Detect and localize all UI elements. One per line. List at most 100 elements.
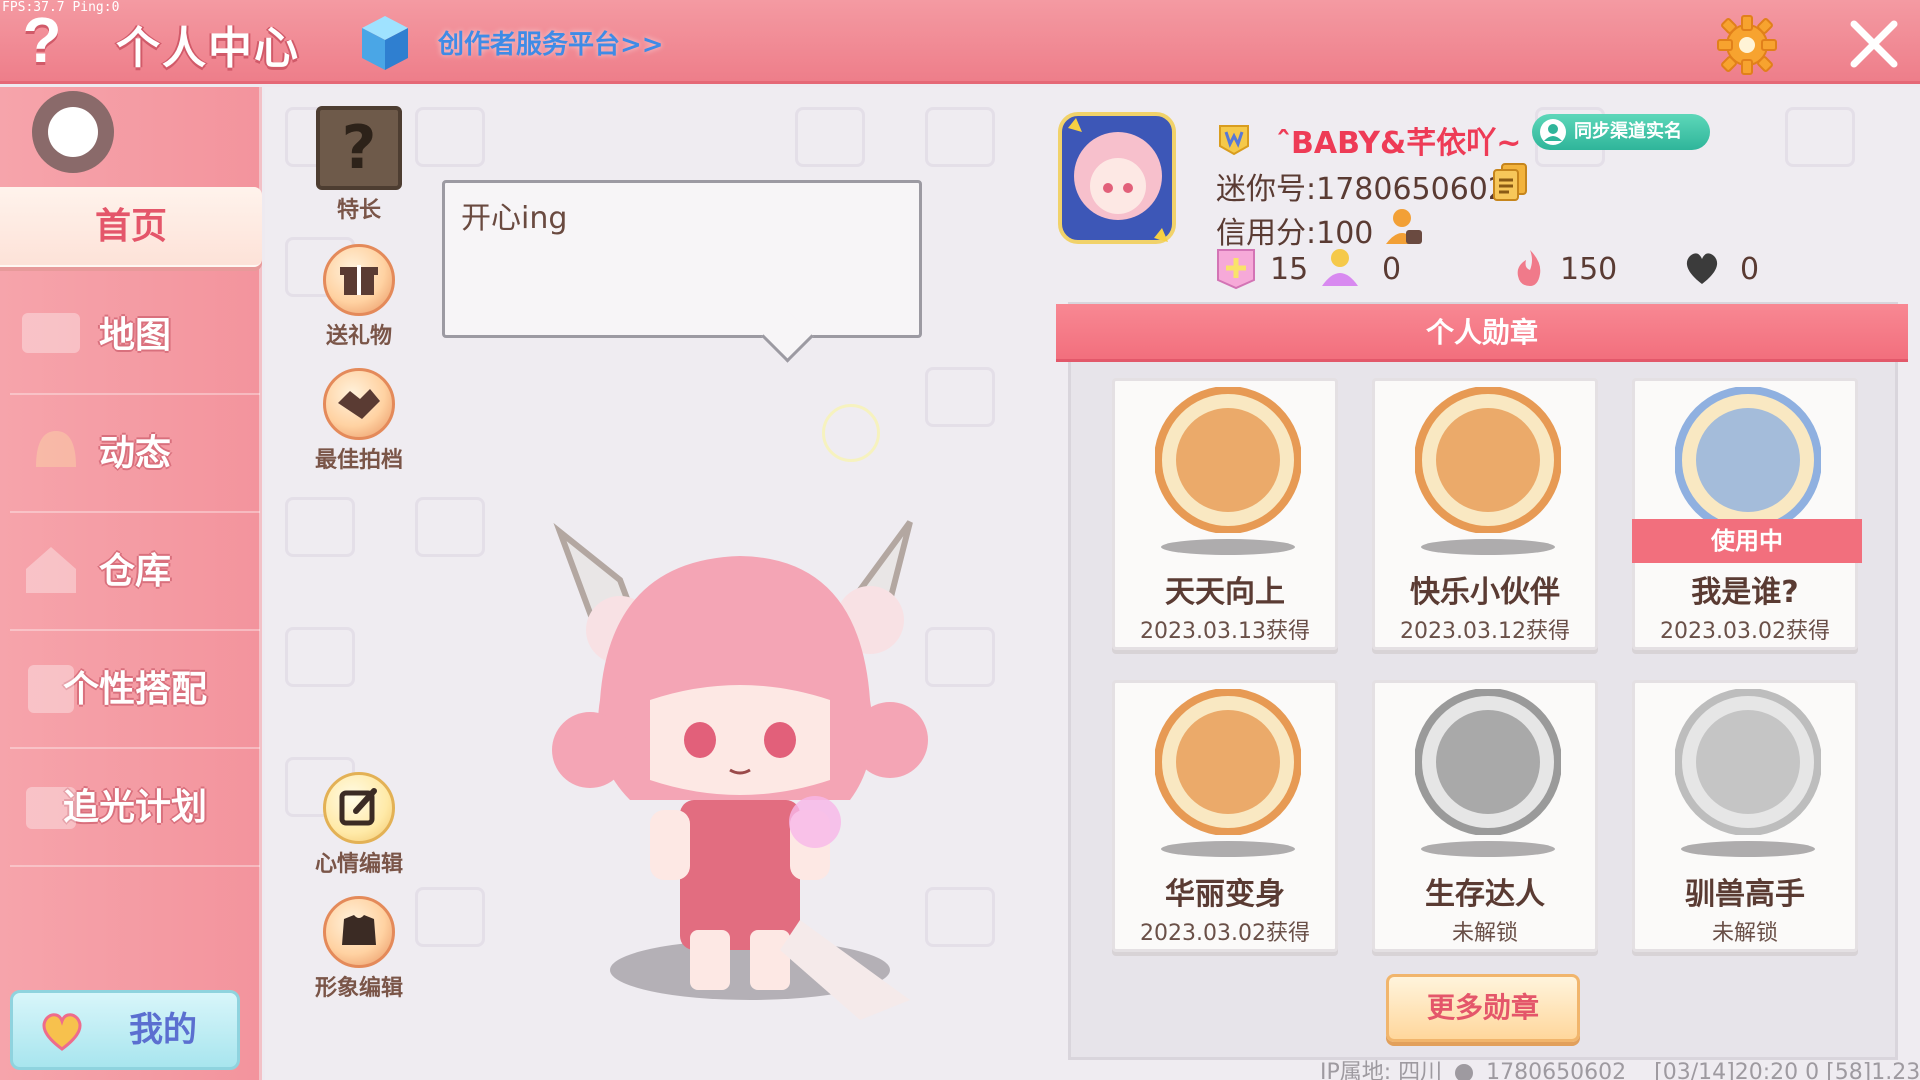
pattern-tile bbox=[925, 367, 995, 427]
medal-name: 华丽变身 bbox=[1165, 877, 1285, 912]
pattern-tile bbox=[925, 107, 995, 167]
specialty-button[interactable]: ? 特长 bbox=[304, 106, 414, 224]
server-version: [58]1.23.10 bbox=[1826, 1060, 1920, 1080]
credit-user-icon[interactable] bbox=[1382, 204, 1426, 248]
specialty-label: 特长 bbox=[336, 198, 381, 223]
sidebar-item-feed[interactable]: 动态 bbox=[10, 395, 260, 513]
cube-icon[interactable] bbox=[360, 14, 410, 72]
fans-icon[interactable] bbox=[1318, 246, 1362, 290]
medal-card[interactable]: 驯兽高手 未解锁 bbox=[1632, 680, 1858, 952]
mood-text: 开心ing bbox=[461, 201, 568, 236]
sidebar-item-label: 动态 bbox=[98, 433, 171, 474]
pattern-tile bbox=[415, 887, 485, 947]
medal-date: 未解锁 bbox=[1711, 921, 1778, 946]
sidebar-item-label: 首页 bbox=[94, 206, 167, 247]
info-icon bbox=[1455, 1064, 1474, 1080]
medal-date: 2023.03.12获得 bbox=[1400, 619, 1570, 644]
fire-icon[interactable] bbox=[1508, 246, 1552, 290]
medal-icon bbox=[1675, 387, 1821, 533]
username: ˆBABY&芊依吖~ bbox=[1276, 126, 1522, 161]
sidebar-item-map[interactable]: 地图 bbox=[10, 277, 260, 395]
best-partner-button[interactable]: 最佳拍档 bbox=[304, 368, 414, 474]
in-use-badge: 使用中 bbox=[1632, 519, 1862, 563]
player-avatar-character[interactable] bbox=[530, 500, 1010, 1020]
status-ring-icon[interactable] bbox=[32, 91, 114, 173]
sparkle-ring bbox=[822, 404, 880, 462]
medal-icon bbox=[1155, 689, 1301, 835]
sidebar-item-storage[interactable]: 仓库 bbox=[10, 513, 260, 631]
popularity-count: 150 bbox=[1560, 252, 1618, 287]
top-bar: FPS:37.7 Ping:0 ? 个人中心 创作者服务平台>> bbox=[0, 0, 1920, 84]
pattern-tile bbox=[795, 107, 865, 167]
medal-card[interactable]: 天天向上 2023.03.13获得 bbox=[1112, 378, 1338, 650]
creator-platform-link[interactable]: 创作者服务平台>> bbox=[438, 24, 664, 61]
sidebar-item-chase-light[interactable]: 追光计划 bbox=[10, 749, 260, 867]
medal-name: 驯兽高手 bbox=[1685, 877, 1805, 912]
plus-badge-icon[interactable] bbox=[1214, 246, 1258, 290]
medal-card[interactable]: 华丽变身 2023.03.02获得 bbox=[1112, 680, 1338, 952]
medal-name: 天天向上 bbox=[1165, 575, 1285, 610]
hearts-icon[interactable] bbox=[1680, 246, 1724, 290]
question-icon: ? bbox=[316, 106, 402, 190]
appearance-edit-label: 形象编辑 bbox=[314, 976, 403, 1001]
best-partner-label: 最佳拍档 bbox=[314, 448, 403, 473]
mini-id: 迷你号:1780650602 bbox=[1216, 172, 1507, 207]
hearts-count: 0 bbox=[1740, 252, 1760, 287]
profile-avatar[interactable] bbox=[1058, 108, 1176, 248]
mood-speech-bubble[interactable]: 开心ing bbox=[442, 180, 922, 338]
footer-info: IP属地: 四川 1780650602 [03/14]20:20 0 [58]1… bbox=[1320, 1054, 1920, 1080]
more-medals-button[interactable]: 更多勋章 bbox=[1386, 974, 1580, 1042]
sidebar-item-label: 仓库 bbox=[98, 551, 171, 592]
medal-card[interactable]: 使用中我是谁? 2023.03.02获得 bbox=[1632, 378, 1862, 650]
medal-name: 快乐小伙伴 bbox=[1410, 575, 1560, 610]
help-button[interactable]: ? bbox=[14, 6, 70, 74]
user-verify-icon bbox=[1540, 119, 1566, 145]
medal-icon bbox=[1415, 689, 1561, 835]
pattern-tile bbox=[285, 627, 355, 687]
medal-card[interactable]: 快乐小伙伴 2023.03.12获得 bbox=[1372, 378, 1598, 650]
medal-card[interactable]: 生存达人 未解锁 bbox=[1372, 680, 1598, 952]
send-gift-label: 送礼物 bbox=[325, 324, 392, 349]
map-icon bbox=[22, 313, 80, 353]
plus-count: 15 bbox=[1270, 252, 1309, 287]
heart-icon bbox=[42, 1013, 82, 1051]
medal-date: 未解锁 bbox=[1451, 921, 1518, 946]
medal-name: 我是谁? bbox=[1691, 575, 1799, 610]
medal-name: 生存达人 bbox=[1425, 877, 1545, 912]
pattern-tile bbox=[415, 497, 485, 557]
footer-id: 1780650602 bbox=[1486, 1060, 1627, 1080]
page-title: 个人中心 bbox=[116, 23, 300, 74]
mood-edit-label: 心情编辑 bbox=[314, 852, 403, 877]
gift-icon bbox=[323, 244, 395, 316]
pattern-tile bbox=[285, 497, 355, 557]
appearance-edit-button[interactable]: 形象编辑 bbox=[304, 896, 414, 1002]
calendar-icon bbox=[26, 787, 76, 829]
medal-panel-title: 个人勋章 bbox=[1056, 304, 1908, 362]
medal-date: 2023.03.02获得 bbox=[1660, 619, 1830, 644]
fans-count: 0 bbox=[1382, 252, 1402, 287]
medal-shadow bbox=[1421, 841, 1555, 857]
medal-icon bbox=[1675, 689, 1821, 835]
medal-shadow bbox=[1161, 841, 1295, 857]
medal-shadow bbox=[1421, 539, 1555, 555]
gear-icon[interactable] bbox=[1716, 14, 1778, 76]
medal-date: 2023.03.13获得 bbox=[1140, 619, 1310, 644]
mine-button[interactable]: 我的 bbox=[10, 990, 240, 1070]
membership-badge-icon[interactable] bbox=[1216, 120, 1252, 156]
close-icon[interactable] bbox=[1846, 16, 1902, 72]
house-icon bbox=[26, 547, 76, 593]
copy-icon[interactable] bbox=[1492, 162, 1528, 202]
medal-shadow bbox=[1681, 841, 1815, 857]
sidebar-item-home[interactable]: 首页 bbox=[0, 187, 262, 267]
ip-location: IP属地: 四川 bbox=[1320, 1060, 1443, 1080]
pattern-tile bbox=[415, 107, 485, 167]
mood-edit-button[interactable]: 心情编辑 bbox=[304, 772, 414, 878]
sidebar-item-outfit[interactable]: 个性搭配 bbox=[10, 631, 260, 749]
send-gift-button[interactable]: 送礼物 bbox=[304, 244, 414, 350]
server-time: [03/14]20:20 0 bbox=[1654, 1060, 1820, 1080]
sidebar-item-label: 地图 bbox=[98, 315, 171, 356]
medal-shadow bbox=[1161, 539, 1295, 555]
pattern-tile bbox=[1785, 107, 1855, 167]
sync-realname-button[interactable]: 同步渠道实名 bbox=[1532, 114, 1710, 150]
sidebar: 首页 地图 动态 仓库 个性搭配 追光计划 我的 bbox=[0, 87, 262, 1080]
